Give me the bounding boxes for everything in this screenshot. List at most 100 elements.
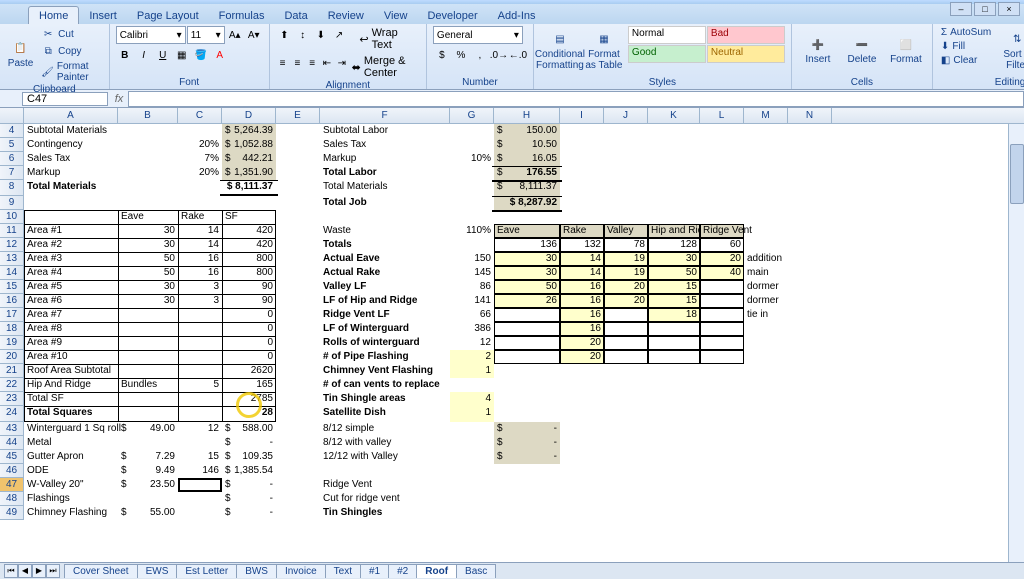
row-header-45[interactable]: 45	[0, 450, 24, 464]
cell-F6[interactable]: Markup	[320, 152, 450, 166]
cell-F17[interactable]: Ridge Vent LF	[320, 308, 450, 322]
sheet-tab-bws[interactable]: BWS	[236, 564, 277, 578]
col-header-G[interactable]: G	[450, 108, 494, 123]
format-painter-button[interactable]: 🖌Format Painter	[39, 60, 103, 84]
font-color-button[interactable]: A	[211, 46, 229, 64]
sheet-tab-1[interactable]: #1	[360, 564, 389, 578]
cell-F48[interactable]: Cut for ridge vent	[320, 492, 450, 506]
worksheet-grid[interactable]: 4567891011121314151617181920212223244344…	[0, 124, 1024, 562]
cell-F8[interactable]: Total Materials	[320, 180, 450, 196]
sheet-tab-basc[interactable]: Basc	[456, 564, 496, 578]
cell-F20[interactable]: # of Pipe Flashing	[320, 350, 450, 364]
cell-G16[interactable]: 141	[450, 294, 494, 308]
style-bad[interactable]: Bad	[707, 26, 785, 44]
scroll-thumb[interactable]	[1010, 144, 1024, 204]
maximize-button[interactable]: □	[974, 2, 996, 16]
merge-center-button[interactable]: ⬌Merge & Center	[350, 54, 420, 80]
sort-filter-button[interactable]: ⇅Sort & Filter	[997, 26, 1024, 77]
cell-A48[interactable]: Flashings	[24, 492, 118, 506]
row-header-4[interactable]: 4	[0, 124, 24, 138]
tab-nav-next[interactable]: ▶	[32, 564, 46, 578]
ribbon-tab-view[interactable]: View	[374, 7, 418, 24]
col-header-M[interactable]: M	[744, 108, 788, 123]
currency-button[interactable]: $	[433, 46, 451, 64]
cell-A45[interactable]: Gutter Apron	[24, 450, 118, 464]
cell-A43[interactable]: Winterguard 1 Sq roll	[24, 422, 118, 436]
cell-M17[interactable]: tie in	[744, 308, 788, 322]
cell-F19[interactable]: Rolls of winterguard	[320, 336, 450, 350]
cell-C6[interactable]: 7%	[178, 152, 222, 166]
font-size-dropdown[interactable]: 11▾	[187, 26, 225, 44]
row-header-47[interactable]: 47	[0, 478, 24, 492]
tab-nav-prev[interactable]: ◀	[18, 564, 32, 578]
col-header-I[interactable]: I	[560, 108, 604, 123]
percent-button[interactable]: %	[452, 46, 470, 64]
cell-G14[interactable]: 145	[450, 266, 494, 280]
comma-button[interactable]: ,	[471, 46, 489, 64]
row-header-7[interactable]: 7	[0, 166, 24, 180]
ribbon-tab-page-layout[interactable]: Page Layout	[127, 7, 209, 24]
row-header-16[interactable]: 16	[0, 294, 24, 308]
cell-G24[interactable]: 1	[450, 406, 494, 422]
cell-C45[interactable]: 15	[178, 450, 222, 464]
increase-indent-button[interactable]: ⇥	[335, 54, 349, 72]
cell-M16[interactable]: dormer	[744, 294, 788, 308]
cell-F4[interactable]: Subtotal Labor	[320, 124, 450, 138]
cell-G17[interactable]: 66	[450, 308, 494, 322]
col-header-K[interactable]: K	[648, 108, 700, 123]
ribbon-tab-formulas[interactable]: Formulas	[209, 7, 275, 24]
sheet-tab-estletter[interactable]: Est Letter	[176, 564, 237, 578]
row-header-22[interactable]: 22	[0, 378, 24, 392]
col-header-H[interactable]: H	[494, 108, 560, 123]
format-cells-button[interactable]: ⬜Format	[886, 26, 926, 77]
ribbon-tab-insert[interactable]: Insert	[79, 7, 127, 24]
cell-F9[interactable]: Total Job	[320, 196, 450, 210]
cell-A44[interactable]: Metal	[24, 436, 118, 450]
bold-button[interactable]: B	[116, 46, 134, 64]
underline-button[interactable]: U	[154, 46, 172, 64]
ribbon-tab-data[interactable]: Data	[274, 7, 317, 24]
decrease-font-button[interactable]: A▾	[245, 26, 263, 44]
tab-nav-last[interactable]: ⏭	[46, 564, 60, 578]
col-header-J[interactable]: J	[604, 108, 648, 123]
formula-bar[interactable]	[128, 91, 1024, 107]
ribbon-tab-add-ins[interactable]: Add-Ins	[488, 7, 546, 24]
row-header-6[interactable]: 6	[0, 152, 24, 166]
close-button[interactable]: ×	[998, 2, 1020, 16]
row-header-9[interactable]: 9	[0, 196, 24, 210]
cell-F45[interactable]: 12/12 with Valley	[320, 450, 450, 464]
row-header-5[interactable]: 5	[0, 138, 24, 152]
sheet-tab-coversheet[interactable]: Cover Sheet	[64, 564, 138, 578]
row-header-24[interactable]: 24	[0, 406, 24, 422]
cell-G6[interactable]: 10%	[450, 152, 494, 166]
style-normal[interactable]: Normal	[628, 26, 706, 44]
cell-A7[interactable]: Markup	[24, 166, 118, 180]
row-header-44[interactable]: 44	[0, 436, 24, 450]
cell-F11[interactable]: Waste	[320, 224, 450, 238]
cell-M15[interactable]: dormer	[744, 280, 788, 294]
delete-cells-button[interactable]: ➖Delete	[842, 26, 882, 77]
row-header-19[interactable]: 19	[0, 336, 24, 350]
cell-F47[interactable]: Ridge Vent	[320, 478, 450, 492]
format-as-table-button[interactable]: ▦Format as Table	[584, 26, 624, 77]
col-header-A[interactable]: A	[24, 108, 118, 123]
row-header-18[interactable]: 18	[0, 322, 24, 336]
sheet-tab-2[interactable]: #2	[388, 564, 417, 578]
col-header-C[interactable]: C	[178, 108, 222, 123]
col-header-L[interactable]: L	[700, 108, 744, 123]
cell-G18[interactable]: 386	[450, 322, 494, 336]
cell-F24[interactable]: Satellite Dish	[320, 406, 450, 422]
col-header-E[interactable]: E	[276, 108, 320, 123]
cell-G11[interactable]: 110%	[450, 224, 494, 238]
cell-F43[interactable]: 8/12 simple	[320, 422, 450, 436]
row-header-11[interactable]: 11	[0, 224, 24, 238]
cell-F21[interactable]: Chimney Vent Flashing	[320, 364, 450, 378]
cell-F13[interactable]: Actual Eave	[320, 252, 450, 266]
sheet-tab-text[interactable]: Text	[325, 564, 361, 578]
align-top-button[interactable]: ⬆	[276, 26, 293, 44]
row-header-17[interactable]: 17	[0, 308, 24, 322]
increase-font-button[interactable]: A▴	[226, 26, 244, 44]
cell-A5[interactable]: Contingency	[24, 138, 118, 152]
cut-button[interactable]: ✂Cut	[39, 26, 103, 42]
decrease-decimal-button[interactable]: ←.0	[509, 46, 527, 64]
